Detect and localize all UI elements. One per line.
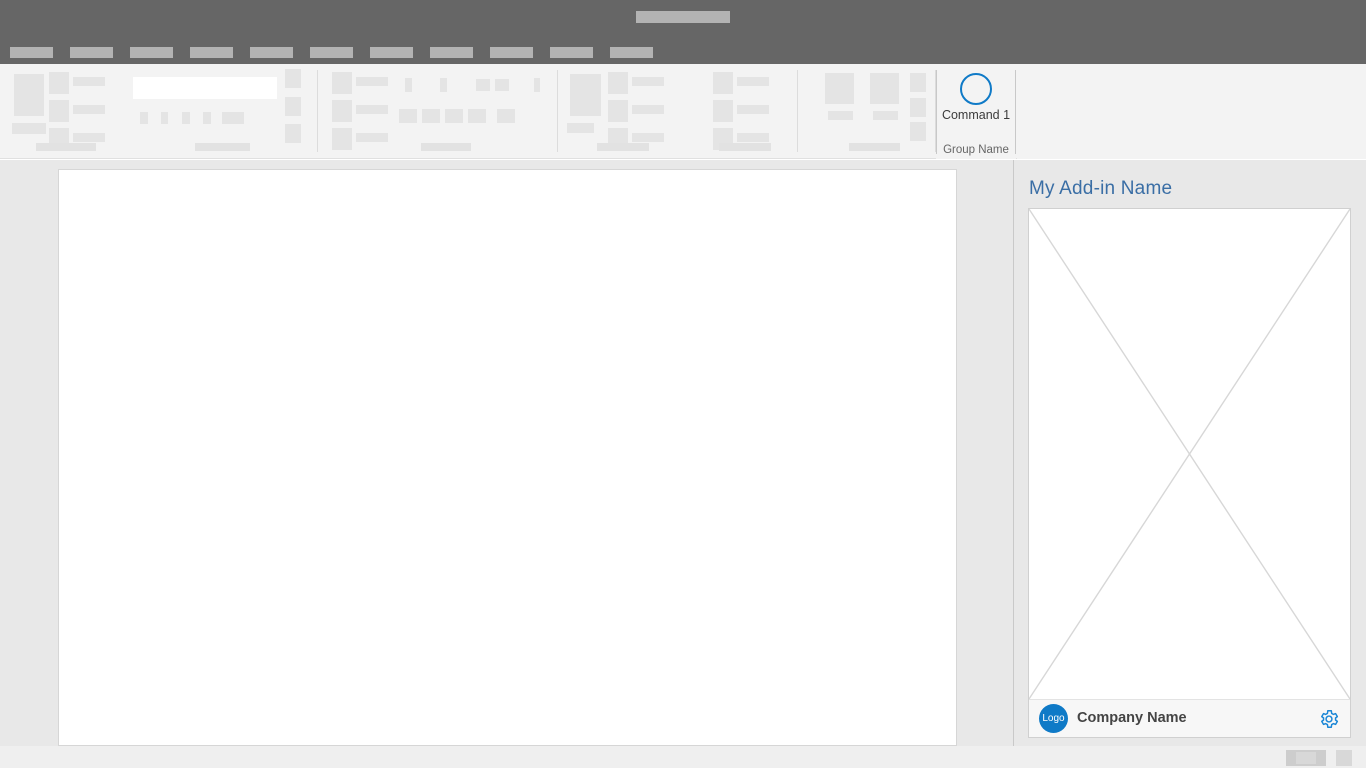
ribbon-g3-button-2[interactable] xyxy=(608,100,628,122)
ribbon-tab-6[interactable] xyxy=(310,47,353,58)
ribbon-group-2 xyxy=(318,64,558,159)
ribbon-tab-1[interactable] xyxy=(10,47,53,58)
ribbon-group-label-1b xyxy=(195,143,250,151)
ribbon-g4-stack-button-2[interactable] xyxy=(910,98,926,117)
ribbon-small-label-3 xyxy=(73,133,105,142)
ribbon-g2-align-button-3[interactable] xyxy=(445,109,463,123)
ribbon-group-label-4 xyxy=(849,143,900,151)
company-logo-icon: Logo xyxy=(1039,704,1068,733)
ribbon-g2-button-3[interactable] xyxy=(332,128,352,150)
ribbon-g3-label-1 xyxy=(632,77,664,86)
ribbon-g4-big-label-1 xyxy=(828,111,853,120)
task-pane-card: Logo Company Name xyxy=(1028,208,1351,738)
ribbon-small-button-1[interactable] xyxy=(49,72,69,94)
ribbon-button-label-1 xyxy=(12,123,46,134)
ribbon-g4-big-label-2 xyxy=(873,111,898,120)
ribbon-tab-8[interactable] xyxy=(430,47,473,58)
ribbon-stack-button-3[interactable] xyxy=(285,124,301,143)
ribbon-small-label-1 xyxy=(73,77,105,86)
ribbon-stack-button-2[interactable] xyxy=(285,97,301,116)
work-area: My Add-in Name Logo Company Name xyxy=(0,160,1366,768)
ribbon-g3-label-5 xyxy=(737,105,769,114)
ribbon-g3-big-button[interactable] xyxy=(570,74,601,116)
ribbon-g3-button-1[interactable] xyxy=(608,72,628,94)
ribbon-group-label-3 xyxy=(597,143,649,151)
ribbon-g3-button-4[interactable] xyxy=(713,72,733,94)
ribbon-group-3 xyxy=(558,64,798,159)
ribbon-tab-7[interactable] xyxy=(370,47,413,58)
font-name-input[interactable] xyxy=(133,77,277,99)
status-placeholder-1-inner xyxy=(1296,752,1316,764)
ribbon-tab-3[interactable] xyxy=(130,47,173,58)
ribbon-g2-list-button-2[interactable] xyxy=(440,78,447,92)
ribbon-g2-list-button-4[interactable] xyxy=(495,79,509,91)
ribbon-g2-list-button-5[interactable] xyxy=(534,78,540,92)
ribbon-format-button-3[interactable] xyxy=(182,112,190,124)
ribbon-small-button-2[interactable] xyxy=(49,100,69,122)
task-pane-content-placeholder xyxy=(1029,209,1350,699)
document-page[interactable] xyxy=(58,169,957,746)
ribbon-g2-button-1[interactable] xyxy=(332,72,352,94)
ribbon-tab-2[interactable] xyxy=(70,47,113,58)
addin-task-pane: My Add-in Name Logo Company Name xyxy=(1014,160,1366,755)
ribbon-tab-11[interactable] xyxy=(610,47,653,58)
ribbon-tab-4[interactable] xyxy=(190,47,233,58)
ribbon-big-button-1[interactable] xyxy=(14,74,44,116)
ribbon-g3-label-2 xyxy=(632,105,664,114)
ribbon-g3-label-4 xyxy=(737,77,769,86)
addin-group-name-label: Group Name xyxy=(936,144,1016,156)
app-window: Command 1 Group Name My Add-in Name Logo… xyxy=(0,0,1366,768)
status-bar xyxy=(0,746,1366,768)
ribbon-stack-button-1[interactable] xyxy=(285,69,301,88)
ribbon-format-button-1[interactable] xyxy=(140,112,148,124)
ribbon-g4-stack-button-1[interactable] xyxy=(910,73,926,92)
ribbon-g2-align-button-5[interactable] xyxy=(497,109,515,123)
ribbon-tab-10[interactable] xyxy=(550,47,593,58)
ribbon-group-label-1 xyxy=(36,143,96,151)
ribbon-format-button-5[interactable] xyxy=(222,112,244,124)
title-bar xyxy=(0,0,1366,40)
ribbon-g2-label-2 xyxy=(356,105,388,114)
command-1-button[interactable]: Command 1 xyxy=(936,108,1016,122)
ribbon-format-button-4[interactable] xyxy=(203,112,211,124)
ribbon-g2-list-button-1[interactable] xyxy=(405,78,412,92)
settings-button[interactable] xyxy=(1318,708,1340,730)
ribbon-g3-button-5[interactable] xyxy=(713,100,733,122)
placeholder-x-icon xyxy=(1029,209,1350,699)
ribbon-group-label-2 xyxy=(421,143,471,151)
window-title-placeholder xyxy=(636,11,730,23)
ribbon-g2-list-button-3[interactable] xyxy=(476,79,490,91)
ribbon-g4-big-button-1[interactable] xyxy=(825,73,854,104)
ribbon-g2-label-3 xyxy=(356,133,388,142)
ribbon-tab-strip xyxy=(0,40,1366,64)
ribbon-g3-big-label xyxy=(567,123,594,133)
ribbon-group-label-3b xyxy=(719,143,771,151)
ribbon-tab-5[interactable] xyxy=(250,47,293,58)
ribbon-g2-label-1 xyxy=(356,77,388,86)
ribbon-group-1 xyxy=(0,64,318,159)
ribbon-g2-button-2[interactable] xyxy=(332,100,352,122)
company-name-label: Company Name xyxy=(1077,710,1187,726)
ribbon-g3-label-6 xyxy=(737,133,769,142)
ribbon-g2-align-button-4[interactable] xyxy=(468,109,486,123)
ribbon-g4-stack-button-3[interactable] xyxy=(910,122,926,141)
ribbon-small-label-2 xyxy=(73,105,105,114)
status-placeholder-2[interactable] xyxy=(1336,750,1352,766)
task-pane-footer: Logo Company Name xyxy=(1029,699,1350,737)
circle-icon[interactable] xyxy=(960,73,992,105)
ribbon-right-filler xyxy=(1017,64,1366,159)
gear-icon xyxy=(1318,708,1340,730)
task-pane-title: My Add-in Name xyxy=(1029,178,1172,200)
ribbon-g2-align-button-1[interactable] xyxy=(399,109,417,123)
ribbon-g2-align-button-2[interactable] xyxy=(422,109,440,123)
addin-command-group: Command 1 Group Name xyxy=(936,64,1016,159)
ribbon-group-4 xyxy=(798,64,936,159)
ribbon-tab-9[interactable] xyxy=(490,47,533,58)
ribbon-g3-label-3 xyxy=(632,133,664,142)
ribbon-g4-big-button-2[interactable] xyxy=(870,73,899,104)
ribbon-format-button-2[interactable] xyxy=(161,112,168,124)
